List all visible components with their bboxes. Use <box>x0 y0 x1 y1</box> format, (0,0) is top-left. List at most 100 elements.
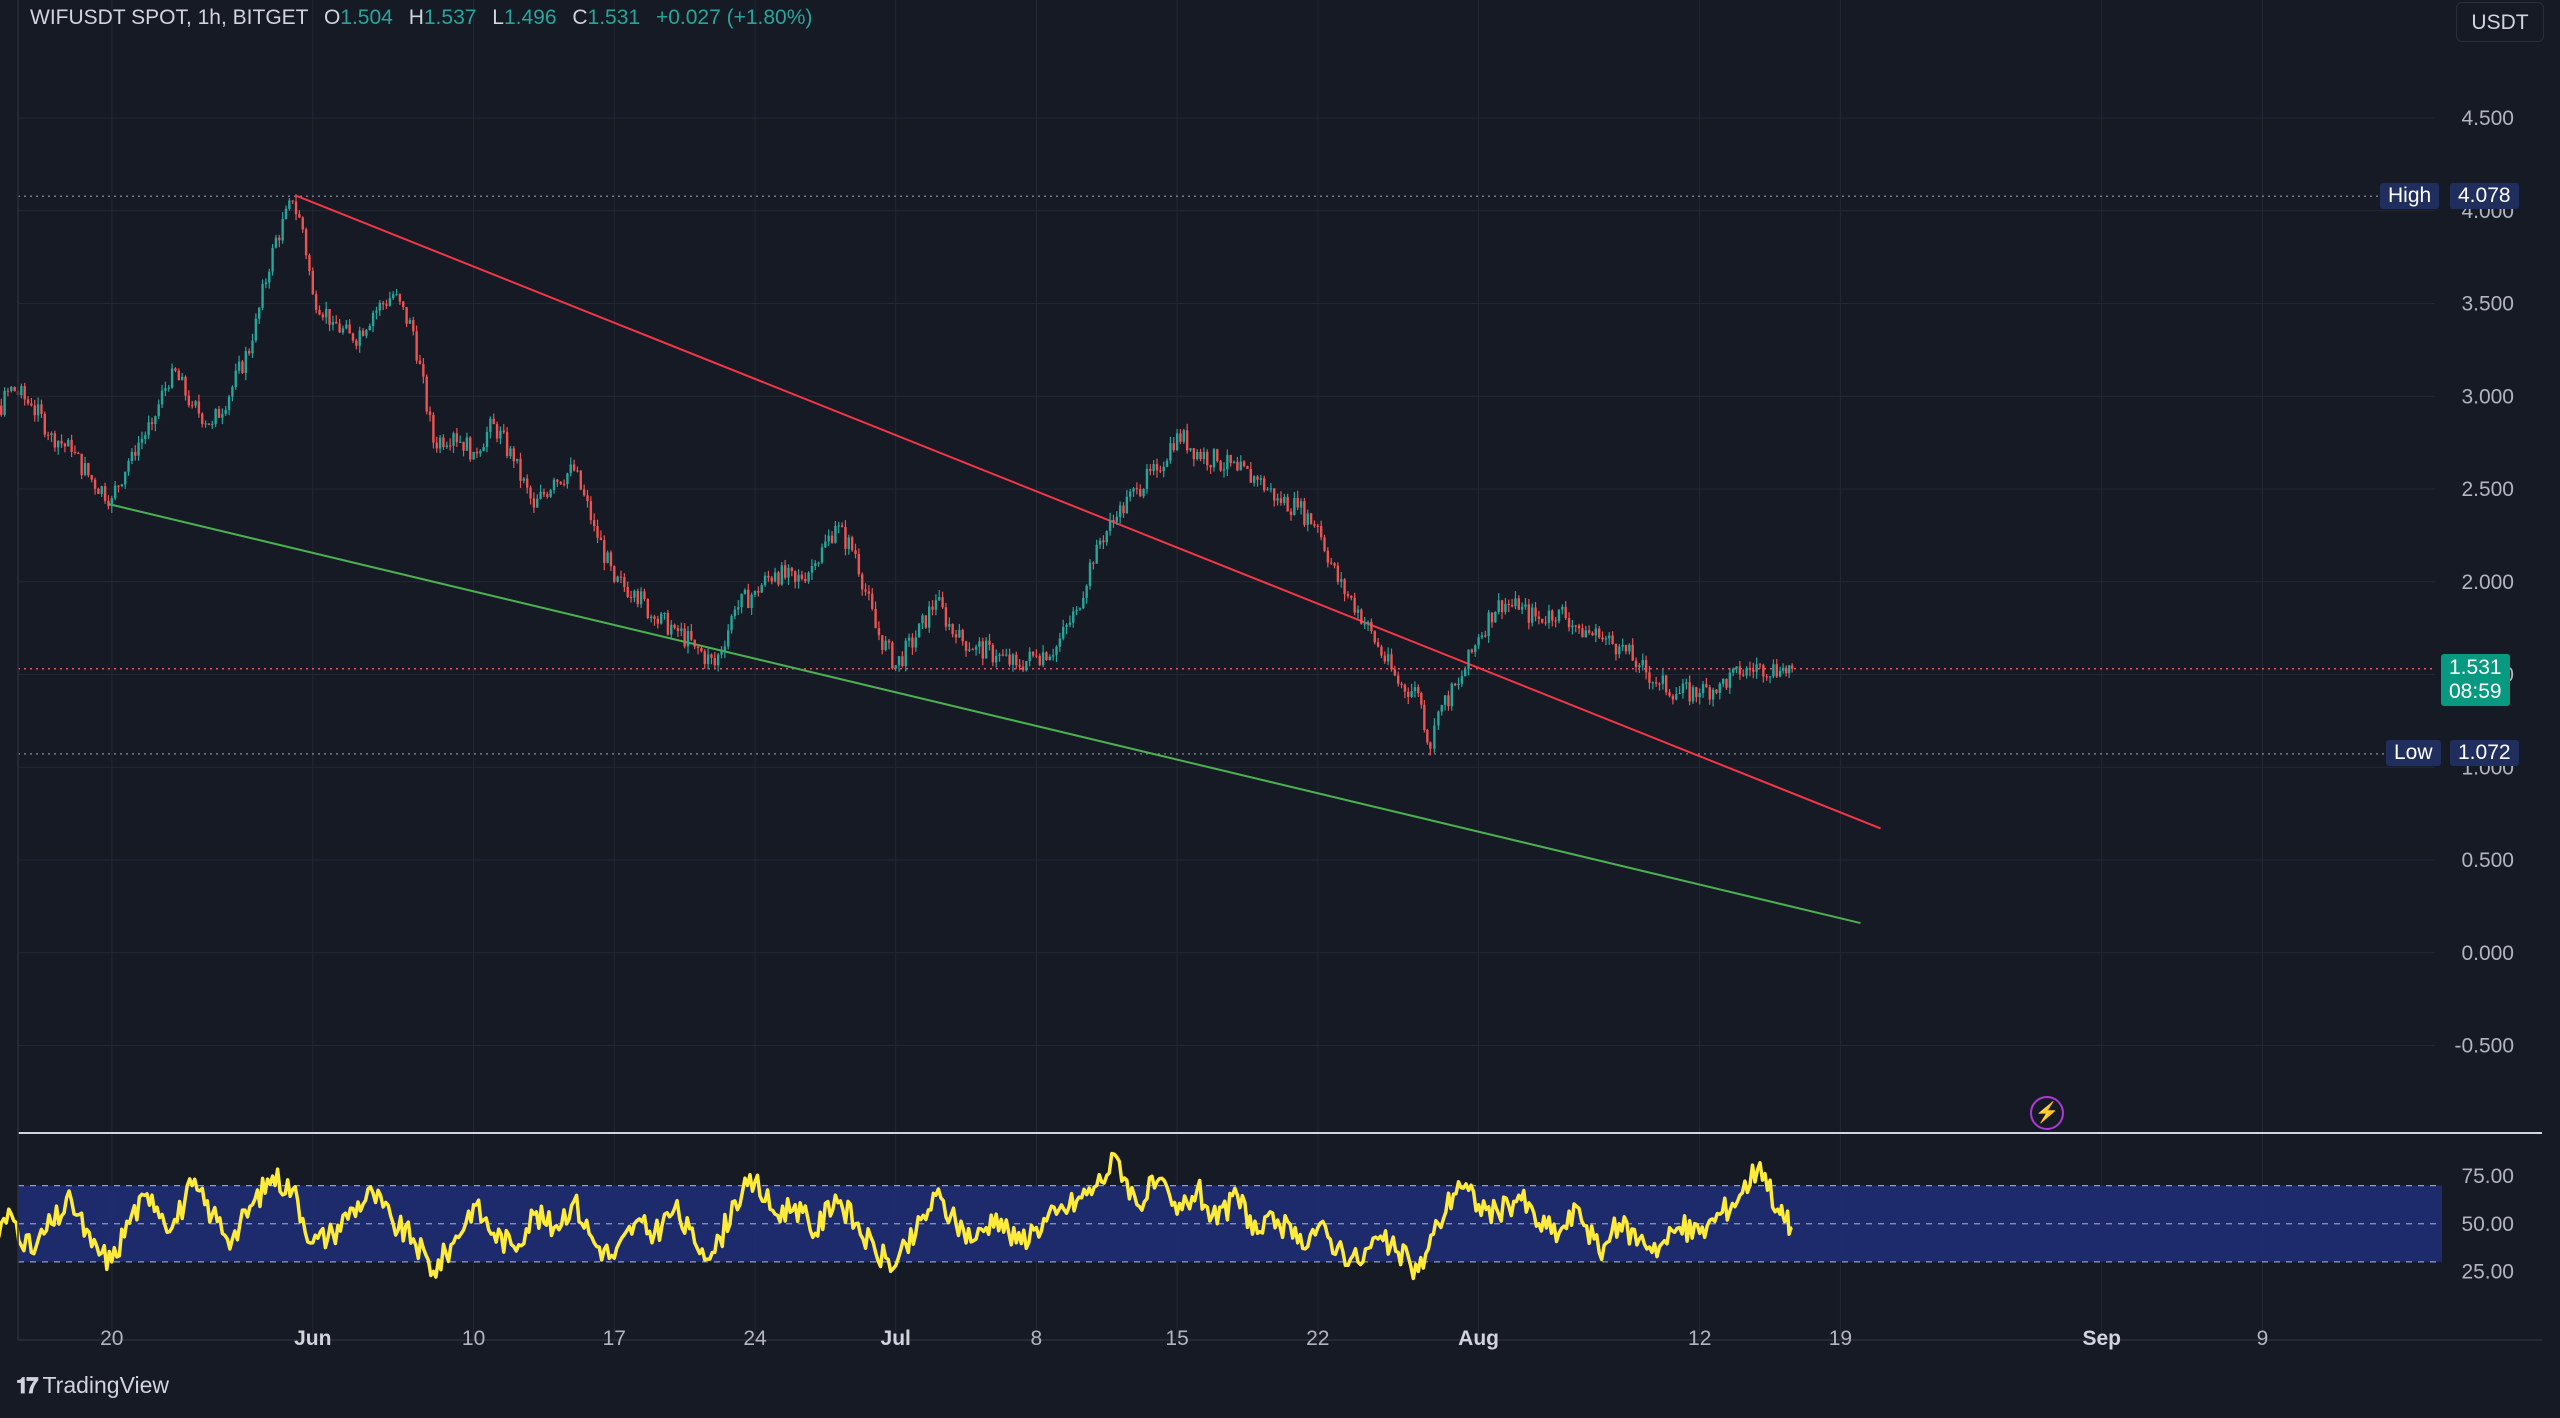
candle-body <box>264 282 268 284</box>
candle-body <box>254 318 258 341</box>
candle-body <box>1380 646 1383 656</box>
candle-body <box>1289 511 1293 515</box>
candle-body <box>971 649 974 651</box>
candle-body <box>83 463 87 476</box>
candle-body <box>1155 464 1159 471</box>
trendlines[interactable] <box>107 194 1881 925</box>
candle-body <box>552 479 556 491</box>
rsi-axis[interactable]: 75.00 50.00 25.00 <box>2461 1165 2514 1283</box>
time-tick-label: Aug <box>1458 1327 1499 1350</box>
candle-body <box>998 654 1001 656</box>
candle-body <box>1018 665 1021 667</box>
candle-body <box>93 479 97 489</box>
candle-body <box>1477 637 1480 646</box>
last-price-value: 1.531 <box>2449 656 2502 679</box>
candle-body <box>1587 630 1591 633</box>
candle-body <box>378 302 381 311</box>
currency-button[interactable]: USDT <box>2456 2 2544 42</box>
time-tick-label: Jul <box>881 1327 911 1350</box>
candle-body <box>783 565 787 578</box>
candle-body <box>1065 624 1068 627</box>
candle-body <box>1781 667 1785 671</box>
candle-body <box>459 441 462 443</box>
candle-body <box>887 640 891 643</box>
candle-body <box>77 452 80 454</box>
candle-body <box>720 651 723 655</box>
candle-body <box>740 593 743 608</box>
candle-body <box>794 570 797 582</box>
candle-body <box>1745 667 1748 676</box>
candle-body <box>733 609 737 617</box>
candle-body <box>217 408 221 418</box>
candle-body <box>1510 605 1514 607</box>
candle-body <box>961 629 964 642</box>
time-tick-label: 12 <box>1688 1327 1711 1350</box>
candle-body <box>1611 635 1614 644</box>
candle-body <box>1269 488 1273 490</box>
candle-body <box>479 451 482 454</box>
candle-body <box>1738 666 1742 675</box>
candle-body <box>465 437 469 451</box>
candle-body <box>1561 606 1564 610</box>
candle-body <box>1450 683 1453 707</box>
candle-body <box>1557 609 1561 622</box>
tradingview-logo[interactable]: 𝟏𝟕 TradingView <box>16 1372 169 1399</box>
candle-body <box>90 475 93 480</box>
candle-body <box>770 577 773 582</box>
candle-body <box>1145 468 1149 490</box>
candle-body <box>693 639 696 647</box>
candle-body <box>318 309 321 315</box>
candle-body <box>730 616 733 631</box>
candle-body <box>907 637 911 641</box>
time-axis[interactable]: 20 Jun 10 17 24 Jul 8 15 22 Aug 12 19 Sep 9 <box>100 1327 2268 1350</box>
candle-body <box>603 540 606 563</box>
candle-body <box>191 405 194 407</box>
candle-body <box>1041 652 1045 666</box>
candle-body <box>1256 476 1259 480</box>
candle-body <box>1045 652 1048 661</box>
candle-body <box>539 491 542 499</box>
candle-body <box>1092 562 1095 564</box>
candle-body <box>211 424 214 426</box>
candle-body <box>686 630 690 647</box>
candle-body <box>1460 676 1464 684</box>
candle-body <box>1051 655 1055 657</box>
candle-body <box>13 386 16 392</box>
candle-body <box>438 437 442 449</box>
candle-body <box>917 623 921 638</box>
candle-body <box>435 442 438 449</box>
candle-body <box>1748 667 1752 670</box>
candle-body <box>1634 660 1638 668</box>
candle-body <box>485 431 489 448</box>
lightning-alert-icon[interactable]: ⚡ <box>2030 1096 2064 1130</box>
candle-body <box>358 330 361 346</box>
candle-body <box>1025 660 1028 671</box>
candle-body <box>1601 637 1604 640</box>
candle-body <box>1015 654 1018 666</box>
candle-body <box>117 485 120 487</box>
candle-body <box>1681 683 1685 694</box>
rsi-tick-label: 25.00 <box>2461 1260 2514 1283</box>
candle-body <box>288 200 291 209</box>
candle-body <box>1132 488 1135 492</box>
candle-body <box>1784 667 1788 674</box>
candle-body <box>737 607 740 610</box>
candle-body <box>227 396 231 410</box>
candle-body <box>613 566 616 582</box>
candle-body <box>626 587 629 597</box>
candle-body <box>1326 550 1330 563</box>
low-marker-value: 1.072 <box>2450 740 2519 766</box>
candle-body <box>1159 470 1162 472</box>
candle-body <box>1577 625 1581 629</box>
candle-body <box>747 589 750 608</box>
bar-countdown: 08:59 <box>2449 680 2502 703</box>
price-axis[interactable]: 4.5004.0003.5003.0002.5002.0001.5001.000… <box>2454 107 2514 1058</box>
candle-body <box>412 320 415 332</box>
price-tick-label: 0.500 <box>2461 849 2514 872</box>
chart-canvas[interactable]: 4.5004.0003.5003.0002.5002.0001.5001.000… <box>0 0 2560 1418</box>
candle-body <box>492 418 495 425</box>
candle-body <box>1474 645 1477 653</box>
price-series <box>0 194 1794 756</box>
candle-body <box>596 526 599 538</box>
candle-body <box>1464 669 1467 677</box>
